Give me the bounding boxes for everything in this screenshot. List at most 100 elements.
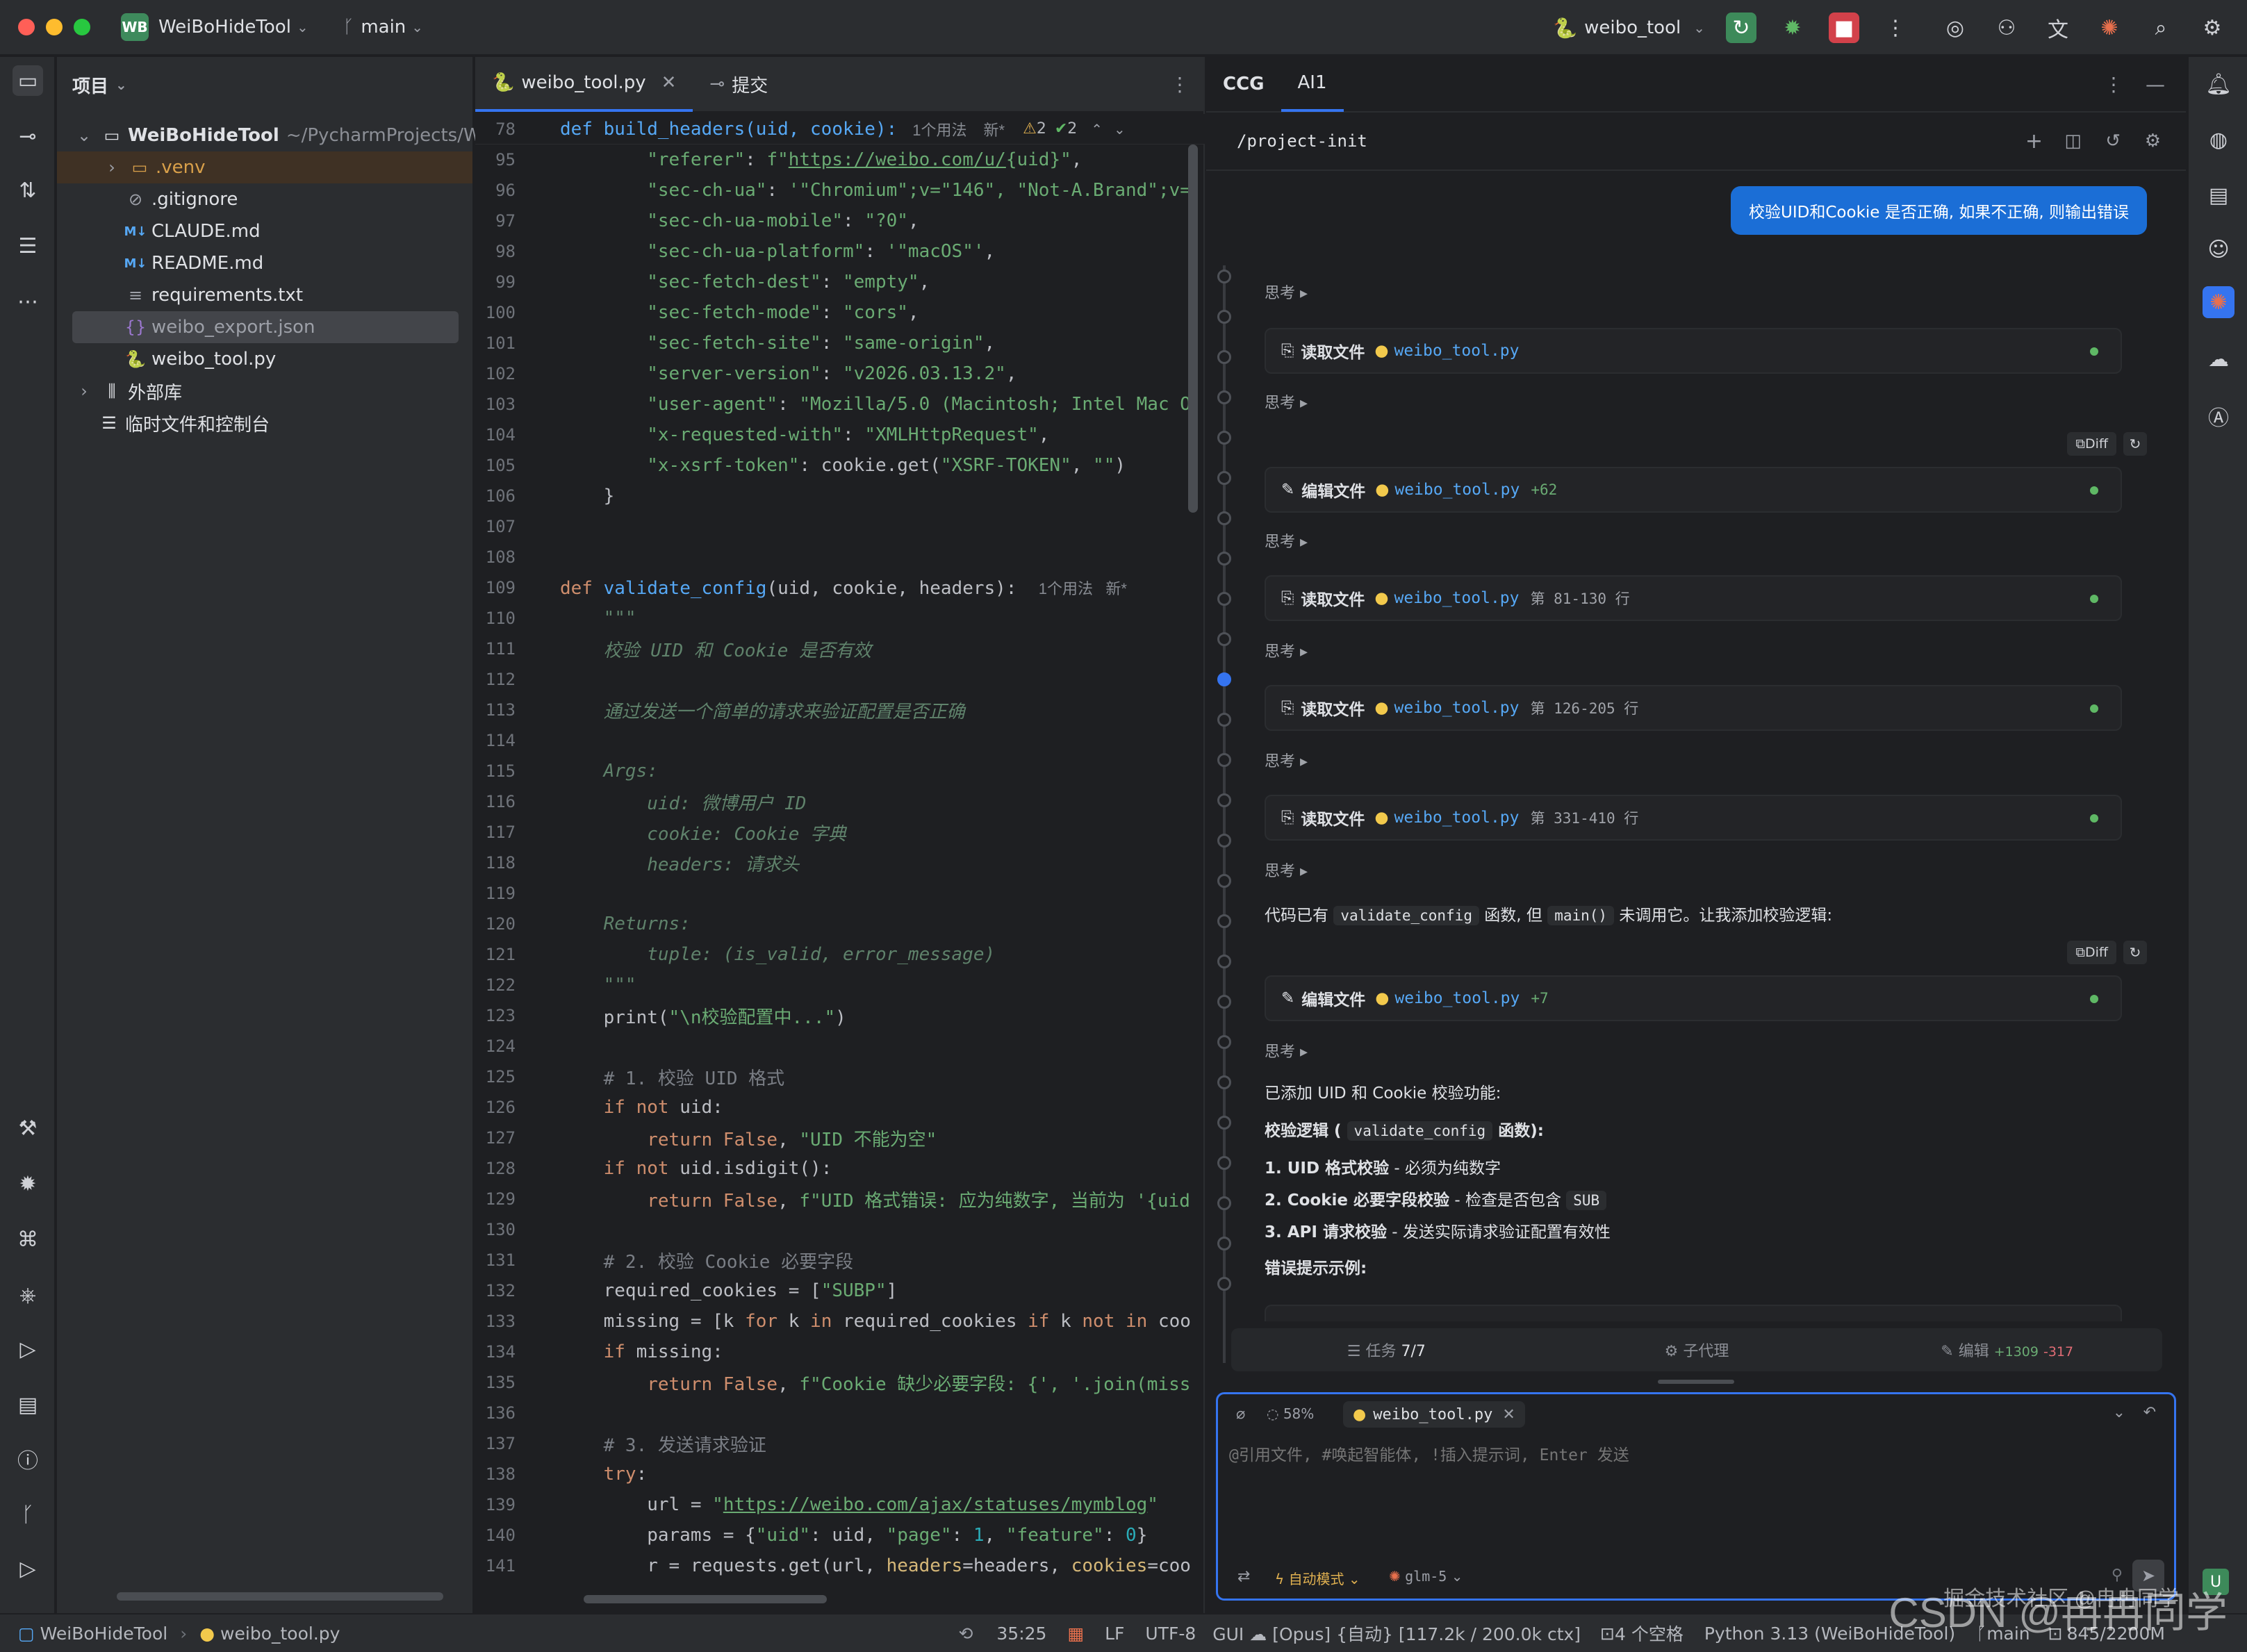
code-line[interactable]: 122 """: [475, 970, 1205, 1000]
tool-card[interactable]: ⎘ 读取文件 ● weibo_tool.py 第 126-205 行: [1265, 685, 2122, 731]
sync-icon[interactable]: ⟲: [958, 1624, 973, 1644]
warning-icon[interactable]: ⚠: [1023, 120, 1037, 138]
debug-bug-icon[interactable]: ✹: [1777, 13, 1808, 43]
code-line[interactable]: 127 return False, "UID 不能为空": [475, 1123, 1205, 1153]
code-line[interactable]: 97 "sec-ch-ua-mobile": "?0",: [475, 206, 1205, 236]
indent-setting[interactable]: 4 个空格: [1615, 1621, 1684, 1646]
run-bottom-icon[interactable]: ▷: [13, 1553, 43, 1584]
tree-item-readme-md[interactable]: M↓ README.md: [124, 247, 264, 279]
revert-icon[interactable]: ↻: [2123, 941, 2147, 964]
tree-root[interactable]: ⌄ ▭ WeiBoHideTool ~/PycharmProjects/WeiB: [72, 119, 509, 151]
chat-input[interactable]: [1229, 1440, 2160, 1471]
translate-icon[interactable]: 文: [2043, 13, 2073, 43]
encoding[interactable]: UTF-8: [1145, 1624, 1196, 1644]
claude-spark-icon[interactable]: ✺: [2094, 13, 2125, 43]
run-config-selector[interactable]: 🐍 weibo_tool ⌄: [1553, 17, 1705, 40]
diff-button[interactable]: ⧉ Diff: [2067, 941, 2116, 964]
copilot-icon[interactable]: ☺: [2203, 233, 2234, 265]
more-icon[interactable]: ⋮: [1880, 13, 1911, 43]
breadcrumb-project[interactable]: WeiBoHideTool: [40, 1624, 168, 1644]
stat-subagents[interactable]: ⚙ 子代理: [1542, 1339, 1852, 1361]
code-line[interactable]: 111 校验 UID 和 Cookie 是否有效: [475, 634, 1205, 664]
think-toggle[interactable]: 思考 ▸: [1265, 1039, 1308, 1062]
diff-button[interactable]: ⧉ Diff: [2067, 432, 2116, 456]
tab-ai1[interactable]: AI1: [1281, 56, 1344, 112]
python-console-icon[interactable]: ⌘: [13, 1224, 43, 1255]
tool-card[interactable]: ⎘ 读取文件 ● weibo_tool.py 第 81-130 行: [1265, 575, 2122, 621]
close-icon[interactable]: ✕: [1502, 1406, 1515, 1423]
split-view-icon[interactable]: ◫: [2064, 131, 2082, 151]
code-line[interactable]: 103 "user-agent": "Mozilla/5.0 (Macintos…: [475, 389, 1205, 420]
tool-card[interactable]: ⎘ 读取文件 ● weibo_tool.py: [1265, 328, 2122, 374]
code-line[interactable]: 105 "x-xsrf-token": cookie.get("XSRF-TOK…: [475, 450, 1205, 481]
code-line[interactable]: 132 required_cookies = ["SUBP"]: [475, 1275, 1205, 1306]
code-line[interactable]: 107: [475, 511, 1205, 542]
add-user-icon[interactable]: ⚇: [1991, 13, 2022, 43]
more-icon[interactable]: ⋮: [1170, 73, 1190, 96]
think-toggle[interactable]: 思考 ▸: [1265, 749, 1308, 771]
code-line[interactable]: 100 "sec-fetch-mode": "cors",: [475, 297, 1205, 328]
branch-name[interactable]: main: [361, 17, 406, 38]
code-line[interactable]: 128 if not uid.isdigit():: [475, 1153, 1205, 1184]
stop-button[interactable]: ■: [1829, 13, 1859, 43]
breadcrumb-file[interactable]: weibo_tool.py: [220, 1624, 340, 1644]
code-line[interactable]: 108: [475, 542, 1205, 572]
tree-item-venv[interactable]: › ▭ .venv: [57, 151, 472, 183]
tool-card[interactable]: ✎ 编辑文件 ● weibo_tool.py +7: [1265, 975, 2122, 1021]
horizontal-scrollbar[interactable]: [584, 1595, 827, 1603]
code-line[interactable]: 102 "server-version": "v2026.03.13.2",: [475, 358, 1205, 389]
notifications-icon[interactable]: 🔔︎: [2203, 68, 2234, 100]
tab-weibo-tool[interactable]: 🐍 weibo_tool.py ✕: [475, 56, 693, 112]
tool-file[interactable]: weibo_tool.py: [1394, 589, 1519, 607]
tool-file[interactable]: weibo_tool.py: [1394, 481, 1520, 499]
build-tools-icon[interactable]: ⚒: [13, 1113, 43, 1143]
tree-item-gitignore[interactable]: ⊘ .gitignore: [124, 183, 238, 215]
gear-icon[interactable]: ⚙: [2197, 13, 2228, 43]
code-line[interactable]: 118 headers: 请求头: [475, 848, 1205, 878]
chevron-down-icon[interactable]: ⌄: [1114, 121, 1126, 138]
project-name[interactable]: WeiBoHideTool: [158, 17, 291, 38]
undo-icon[interactable]: ↶: [2143, 1404, 2156, 1421]
claude-spark-icon[interactable]: ✺: [2203, 286, 2234, 318]
tree-item-weibo-export[interactable]: {} weibo_export.json: [72, 311, 459, 343]
think-toggle[interactable]: 思考 ▸: [1265, 639, 1308, 661]
project-badge[interactable]: WB: [121, 13, 149, 41]
rerun-button[interactable]: ↻: [1726, 13, 1756, 43]
terminal-icon[interactable]: ▤: [13, 1389, 43, 1420]
plus-icon[interactable]: +: [2025, 129, 2043, 154]
vertical-scrollbar[interactable]: [1188, 144, 1198, 513]
code-line[interactable]: 123 print("\n校验配置中..."): [475, 1000, 1205, 1031]
code-line[interactable]: 142: [475, 1581, 1205, 1589]
pull-request-icon[interactable]: ⇅: [13, 175, 43, 206]
code-line[interactable]: 110 """: [475, 603, 1205, 634]
code-line[interactable]: 95 "referer": f"https://weibo.com/u/{uid…: [475, 144, 1205, 175]
problems-icon[interactable]: ⓘ: [13, 1444, 43, 1474]
code-line[interactable]: 96 "sec-ch-ua": '"Chromium";v="146", "No…: [475, 175, 1205, 206]
code-line[interactable]: 133 missing = [k for k in required_cooki…: [475, 1306, 1205, 1337]
code-line[interactable]: 98 "sec-ch-ua-platform": '"macOS"',: [475, 236, 1205, 267]
tool-file[interactable]: weibo_tool.py: [1394, 809, 1519, 827]
code-line[interactable]: 117 cookie: Cookie 字典: [475, 817, 1205, 848]
search-icon[interactable]: ⌕: [2146, 13, 2176, 43]
code-line[interactable]: 125 # 1. 校验 UID 格式: [475, 1062, 1205, 1092]
stat-edits[interactable]: ✎ 编辑 +1309 -317: [1852, 1339, 2162, 1361]
history-icon[interactable]: ↺: [2105, 131, 2121, 151]
tool-file[interactable]: weibo_tool.py: [1394, 989, 1520, 1007]
code-line[interactable]: 130: [475, 1214, 1205, 1245]
tool-card[interactable]: ✎ 编辑文件 ● weibo_tool.py +62: [1265, 467, 2122, 513]
model-selector[interactable]: ✺ glm-5 ⌄: [1389, 1568, 1463, 1585]
sticky-header[interactable]: 78 def build_headers(uid, cookie): 1个用法 …: [475, 114, 1205, 144]
think-toggle[interactable]: 思考 ▸: [1265, 529, 1308, 552]
text-a-icon[interactable]: Ⓐ: [2203, 400, 2234, 432]
tool-file[interactable]: weibo_tool.py: [1394, 699, 1519, 717]
code-line[interactable]: 115 Args:: [475, 756, 1205, 786]
project-panel-header[interactable]: 项目 ⌄: [57, 57, 472, 113]
code-line[interactable]: 138 try:: [475, 1459, 1205, 1489]
more-tools-icon[interactable]: ⋯: [13, 286, 43, 317]
tool-file[interactable]: weibo_tool.py: [1394, 342, 1519, 360]
cursor-position[interactable]: 35:25: [996, 1624, 1046, 1644]
tree-item-scratches[interactable]: ☰ 临时文件和控制台: [97, 407, 270, 439]
tab-commit[interactable]: ⊸ 提交: [693, 56, 784, 112]
code-line[interactable]: 119: [475, 878, 1205, 909]
chevron-down-icon[interactable]: ⌄: [2113, 1404, 2125, 1421]
